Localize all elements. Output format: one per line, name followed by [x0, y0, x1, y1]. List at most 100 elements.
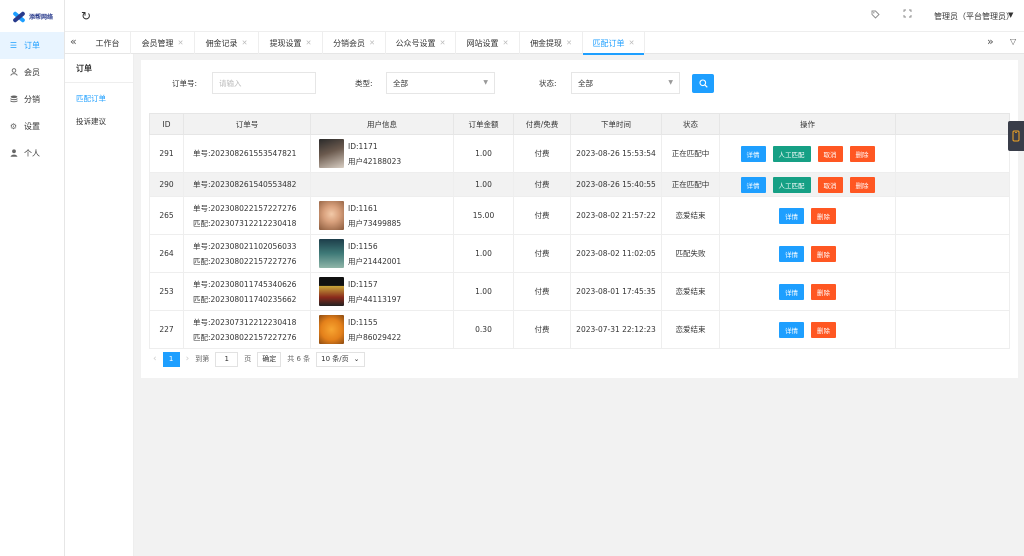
detail-button[interactable]: 详情 [779, 245, 804, 262]
logo-mark-icon [12, 10, 26, 23]
manual-match-button[interactable]: 人工匹配 [772, 176, 811, 193]
cell-id: 290 [149, 172, 184, 197]
close-icon[interactable]: ✕ [629, 39, 635, 47]
avatar [319, 315, 344, 344]
header-order-time: 下单时间 [570, 113, 662, 135]
order-number: 单号:202307312212230418 [193, 317, 297, 327]
detail-button[interactable]: 详情 [740, 145, 766, 162]
search-button[interactable] [692, 74, 714, 93]
cell-pay-type: 付费 [513, 310, 571, 349]
user-menu[interactable]: 管理员（平台管理员） [934, 11, 1014, 22]
page-current[interactable]: 1 [162, 351, 180, 367]
tab-scroll-left-icon[interactable]: « [70, 35, 77, 48]
goto-confirm-button[interactable]: 确定 [257, 351, 282, 367]
close-icon[interactable]: ✕ [242, 39, 248, 47]
order-no-input[interactable]: 请输入 [212, 72, 316, 94]
tab-match-orders[interactable]: 匹配订单 ✕ [583, 32, 645, 55]
table-row: 264 单号:202308021102056033 匹配:20230802215… [149, 234, 1010, 273]
cell-order-time: 2023-08-26 15:40:55 [570, 172, 662, 197]
tab-label: 提现设置 [269, 38, 302, 48]
close-icon[interactable]: ✕ [306, 39, 312, 47]
tab-member-management[interactable]: 会员管理 ✕ [131, 32, 195, 54]
tab-scroll-right-icon[interactable]: » [987, 35, 994, 48]
chevron-down-icon[interactable]: ▽ [1010, 37, 1016, 46]
logo[interactable]: 添帮网络 [0, 0, 64, 32]
avatar [319, 201, 344, 230]
page-unit-label: 页 [244, 355, 252, 363]
left-nav: 添帮网络 ☰ 订单 会员 分销 ⚙ 设置 个人 [0, 0, 65, 556]
close-icon[interactable]: ✕ [178, 39, 184, 47]
tab-label: 公众号设置 [395, 38, 436, 48]
side-tool-button[interactable] [1008, 121, 1024, 151]
header-actions: 操作 [719, 113, 896, 135]
database-icon [9, 95, 18, 105]
cell-order-no: 单号:202307312212230418 匹配:202308022157227… [183, 310, 311, 349]
goto-page-input[interactable]: 1 [215, 351, 239, 367]
person-icon [9, 148, 18, 159]
detail-button[interactable]: 详情 [740, 176, 766, 193]
delete-button[interactable]: 删除 [811, 207, 836, 224]
tab-commission-withdraw[interactable]: 佣金提现 ✕ [520, 32, 583, 54]
cell-status: 恋爱结束 [661, 310, 720, 349]
sub-nav-item-match-orders[interactable]: 匹配订单 [65, 87, 133, 110]
delete-button[interactable]: 删除 [849, 176, 875, 193]
tag-icon[interactable] [871, 10, 880, 22]
prev-page-icon[interactable]: ‹ [153, 354, 157, 364]
user-id: ID:1161 [348, 203, 378, 213]
close-icon[interactable]: ✕ [369, 39, 375, 47]
caret-down-icon[interactable]: ▼ [1008, 11, 1013, 19]
refresh-icon[interactable]: ↻ [81, 9, 91, 23]
orders-card: 订单号: 请输入 类型: 全部 ▼ 状态: 全部 ▼ ID 订单号 用户信息 订… [141, 60, 1018, 378]
cell-id: 253 [149, 272, 184, 311]
user-id: ID:1171 [348, 141, 378, 151]
cell-amount: 1.00 [453, 272, 514, 311]
cancel-button[interactable]: 取消 [817, 176, 843, 193]
close-icon[interactable]: ✕ [566, 39, 572, 47]
next-page-icon[interactable]: › [186, 354, 190, 364]
nav-item-orders[interactable]: ☰ 订单 [0, 32, 64, 59]
cell-pay-type: 付费 [513, 272, 571, 311]
close-icon[interactable]: ✕ [440, 39, 446, 47]
delete-button[interactable]: 删除 [849, 145, 875, 162]
cell-pay-type: 付费 [513, 134, 571, 173]
close-icon[interactable]: ✕ [503, 39, 509, 47]
cell-order-no: 单号:202308021102056033 匹配:202308022157227… [183, 234, 311, 273]
nav-item-profile[interactable]: 个人 [0, 140, 64, 167]
nav-item-settings[interactable]: ⚙ 设置 [0, 113, 64, 140]
manual-match-button[interactable]: 人工匹配 [772, 145, 811, 162]
tab-official-account-settings[interactable]: 公众号设置 ✕ [386, 32, 456, 54]
cell-spacer [895, 196, 1010, 235]
cell-status: 恋爱结束 [661, 272, 720, 311]
detail-button[interactable]: 详情 [779, 207, 804, 224]
tab-withdraw-settings[interactable]: 提现设置 ✕ [259, 32, 323, 54]
delete-button[interactable]: 删除 [811, 283, 836, 300]
per-page-select[interactable]: 10 条/页 ⌄ [316, 351, 365, 367]
detail-button[interactable]: 详情 [779, 321, 804, 338]
fullscreen-icon[interactable] [903, 9, 912, 21]
status-label: 状态: [539, 79, 557, 88]
nav-item-distribution[interactable]: 分销 [0, 86, 64, 113]
nav-item-members[interactable]: 会员 [0, 59, 64, 86]
tab-distribution-members[interactable]: 分销会员 ✕ [323, 32, 386, 54]
tab-label: 分销会员 [333, 38, 366, 48]
table-row: 253 单号:202308011745340626 匹配:20230801174… [149, 272, 1010, 311]
header-spacer [895, 113, 1010, 135]
cell-order-time: 2023-07-31 22:12:23 [570, 310, 662, 349]
avatar [319, 239, 344, 268]
type-select[interactable]: 全部 ▼ [386, 72, 495, 94]
status-select[interactable]: 全部 ▼ [571, 72, 680, 94]
cell-id: 265 [149, 196, 184, 235]
delete-button[interactable]: 删除 [811, 245, 836, 262]
tab-website-settings[interactable]: 网站设置 ✕ [456, 32, 520, 54]
tab-workbench[interactable]: 工作台 [85, 32, 131, 54]
tab-label: 佣金记录 [205, 38, 238, 48]
nav-item-label: 订单 [24, 41, 40, 50]
header-order-no: 订单号 [183, 113, 311, 135]
sub-nav-item-complaints[interactable]: 投诉建议 [65, 110, 133, 133]
detail-button[interactable]: 详情 [779, 283, 804, 300]
delete-button[interactable]: 删除 [811, 321, 836, 338]
cancel-button[interactable]: 取消 [817, 145, 843, 162]
tab-bar: « 工作台 会员管理 ✕ 佣金记录 ✕ 提现设置 ✕ 分销会员 ✕ 公众号设置 ✕ 网站设… [65, 32, 1024, 55]
tab-commission-records[interactable]: 佣金记录 ✕ [195, 32, 259, 54]
cell-id: 227 [149, 310, 184, 349]
